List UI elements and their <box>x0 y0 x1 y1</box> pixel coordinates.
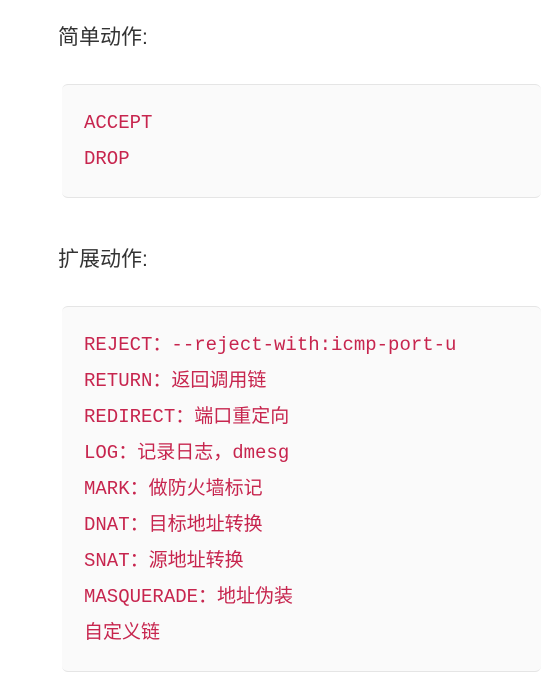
code-text: REDIRECT：端口重定向 <box>84 406 289 428</box>
code-text: ACCEPT <box>84 112 152 134</box>
code-text: MARK：做防火墙标记 <box>84 478 263 500</box>
code-text: DROP <box>84 148 130 170</box>
code-text: SNAT：源地址转换 <box>84 550 244 572</box>
code-line: DNAT：目标地址转换 <box>84 507 519 543</box>
code-line: REDIRECT：端口重定向 <box>84 399 519 435</box>
code-line: LOG：记录日志，dmesg <box>84 435 519 471</box>
code-line: MASQUERADE：地址伪装 <box>84 579 519 615</box>
code-line: 自定义链 <box>84 615 519 651</box>
code-line: REJECT：--reject-with:icmp-port-u <box>84 327 519 363</box>
code-block-simple: ACCEPT DROP <box>62 84 541 198</box>
code-line: ACCEPT <box>84 105 519 141</box>
code-line: DROP <box>84 141 519 177</box>
code-line: SNAT：源地址转换 <box>84 543 519 579</box>
code-text: DNAT：目标地址转换 <box>84 514 263 536</box>
code-text: MASQUERADE：地址伪装 <box>84 586 293 608</box>
code-text: RETURN：返回调用链 <box>84 370 266 392</box>
code-text: REJECT：--reject-with:icmp-port-u <box>84 334 456 356</box>
code-text: LOG：记录日志，dmesg <box>84 442 289 464</box>
code-text: 自定义链 <box>84 622 160 644</box>
code-block-extended: REJECT：--reject-with:icmp-port-u RETURN：… <box>62 306 541 673</box>
section-heading-simple: 简单动作: <box>0 0 541 66</box>
code-line: RETURN：返回调用链 <box>84 363 519 399</box>
section-heading-extended: 扩展动作: <box>0 222 541 288</box>
code-line: MARK：做防火墙标记 <box>84 471 519 507</box>
